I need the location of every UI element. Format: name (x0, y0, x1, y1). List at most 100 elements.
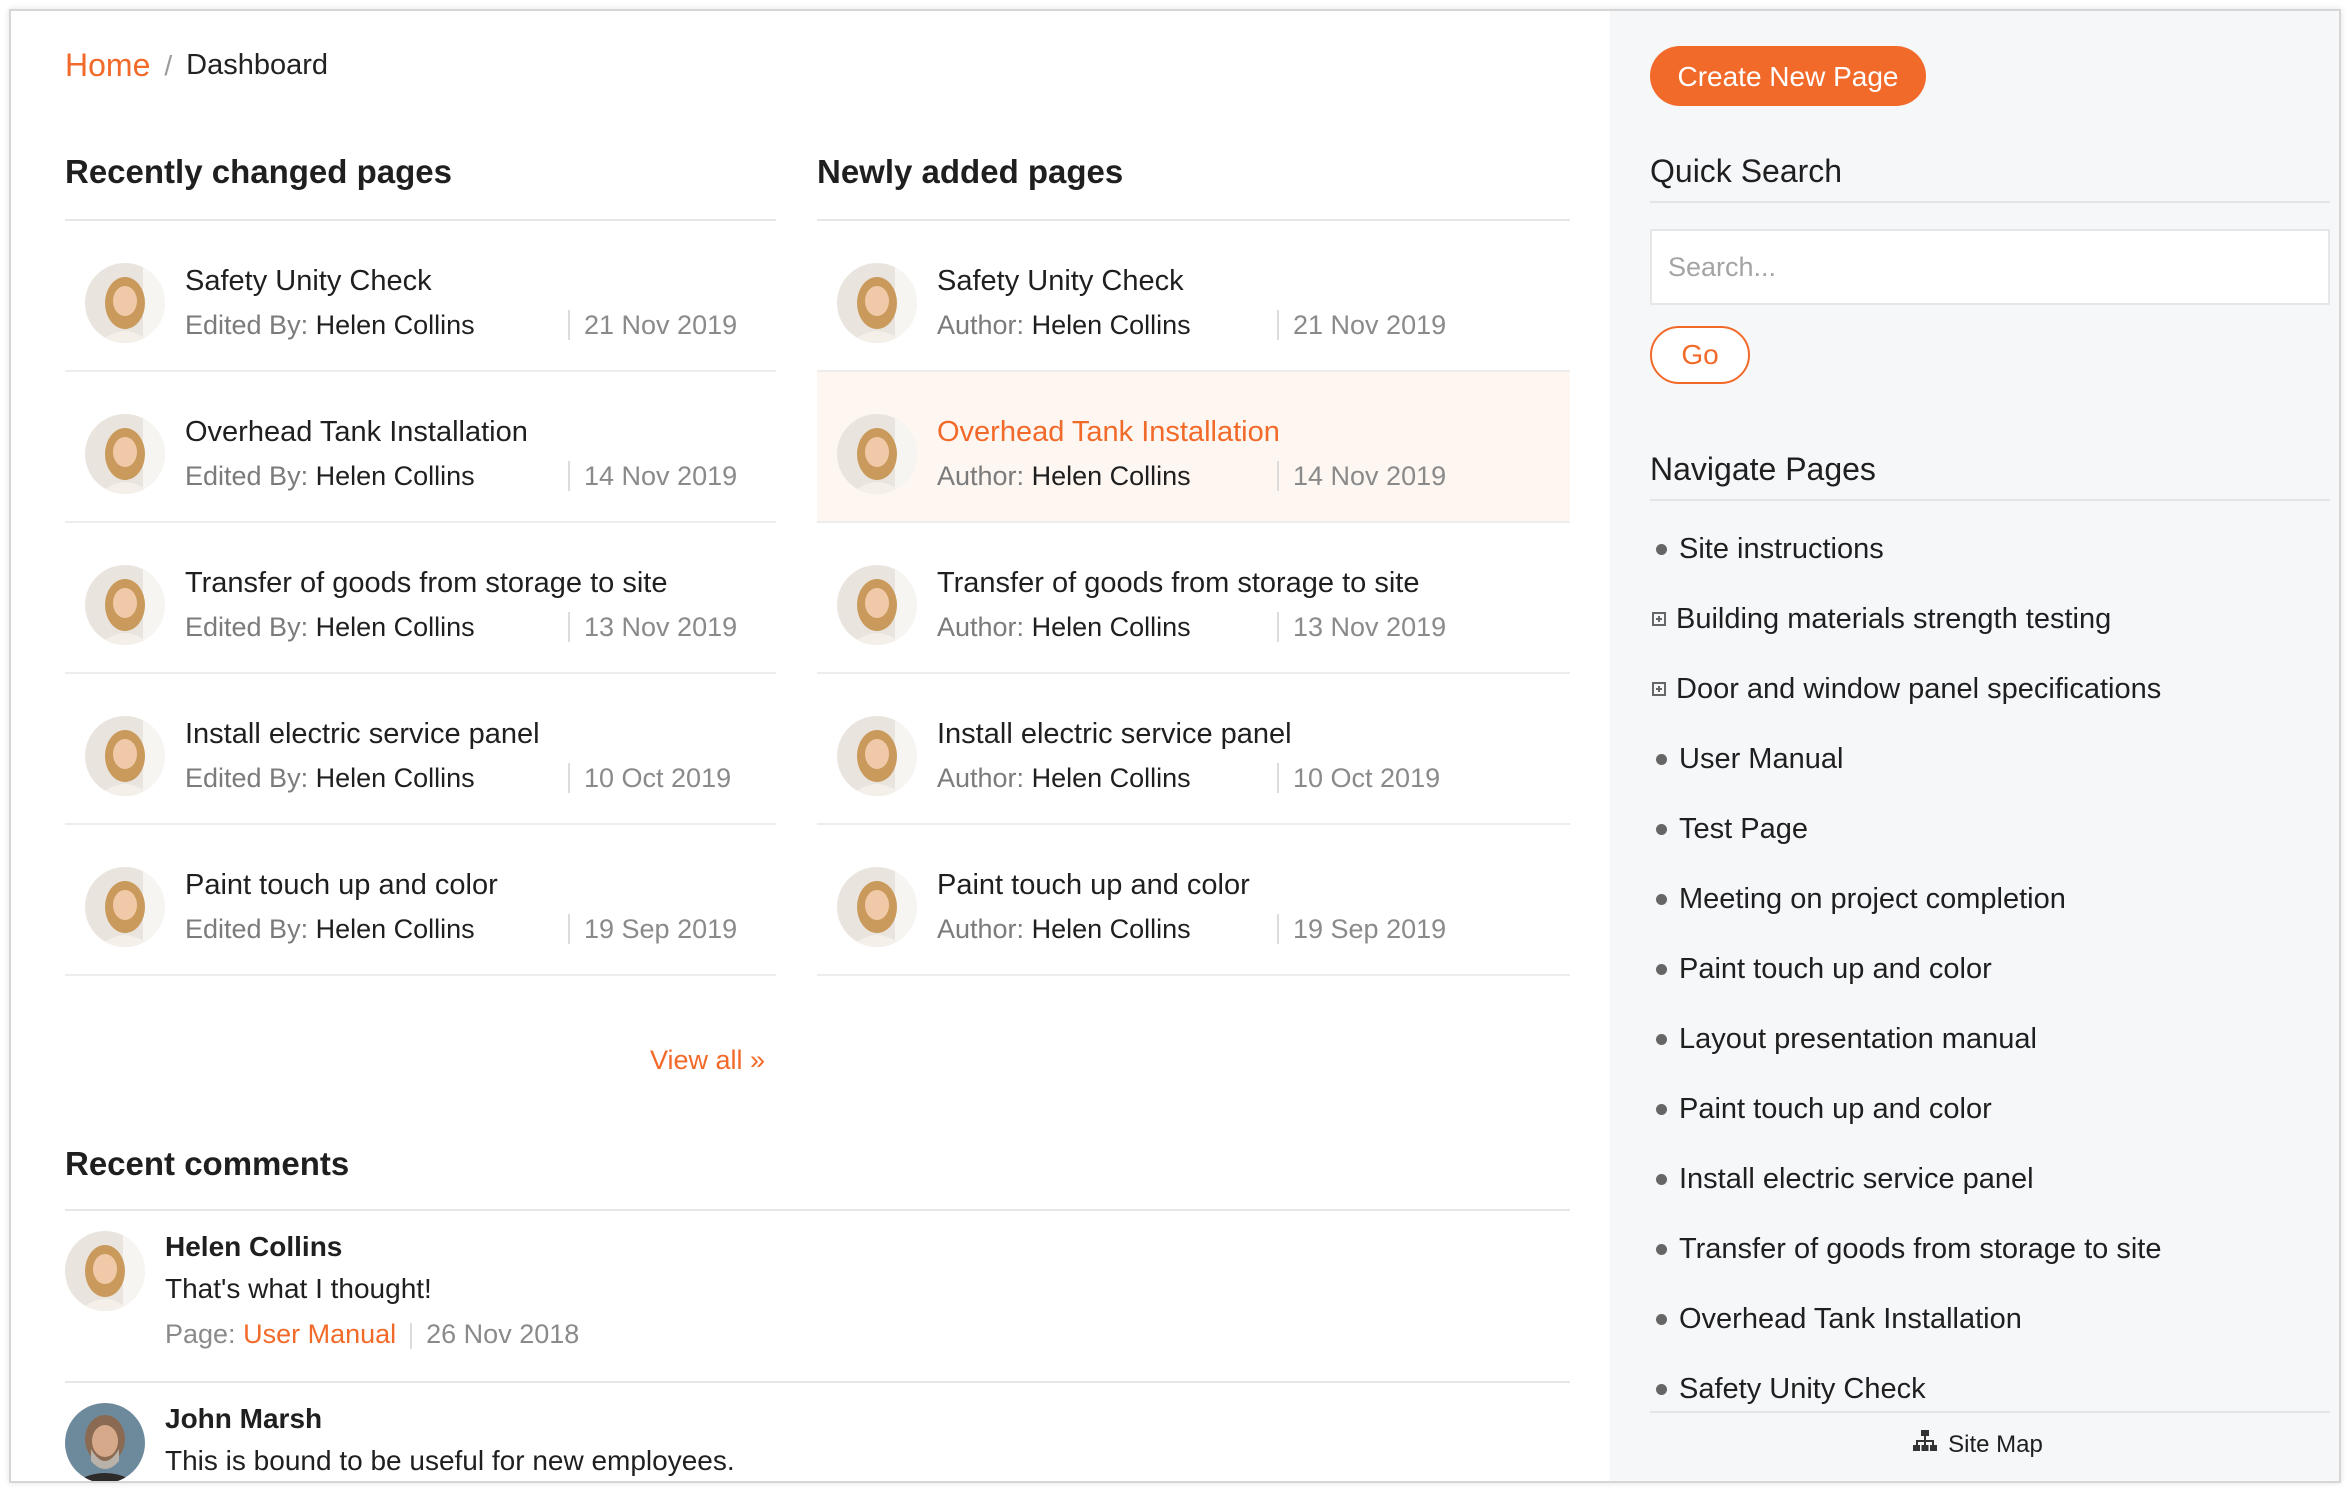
nav-item[interactable]: Site instructions (1650, 514, 2330, 584)
bullet-icon (1656, 1173, 1667, 1185)
meta-label: Edited By: (185, 612, 309, 642)
page-title-link[interactable]: Paint touch up and color (185, 869, 498, 902)
nav-item[interactable]: Meeting on project completion (1650, 864, 2330, 934)
page-title-link[interactable]: Install electric service panel (185, 718, 540, 751)
page-meta: Edited By: Helen Collins (185, 461, 475, 491)
page-meta: Edited By: Helen Collins (185, 612, 475, 642)
meta-label: Edited By: (185, 763, 309, 793)
nav-item[interactable]: Install electric service panel (1650, 1144, 2330, 1214)
go-button[interactable]: Go (1650, 326, 1750, 384)
avatar (65, 1231, 145, 1311)
page-date: 10 Oct 2019 (1277, 763, 1440, 793)
nav-item-label: Paint touch up and color (1679, 953, 1992, 985)
bullet-icon (1656, 543, 1667, 555)
meta-label: Edited By: (185, 461, 309, 491)
page-row[interactable]: Overhead Tank Installation Edited By: Hel… (65, 372, 776, 523)
author-name: Helen Collins (315, 310, 475, 340)
nav-item-label: Overhead Tank Installation (1679, 1303, 2022, 1335)
page-date: 19 Sep 2019 (568, 914, 737, 944)
page-title-link[interactable]: Install electric service panel (937, 718, 1292, 751)
nav-item-label: User Manual (1679, 743, 1844, 775)
breadcrumb-current: Dashboard (186, 49, 329, 81)
page-date: 14 Nov 2019 (1277, 461, 1446, 491)
sidebar-divider (1650, 499, 2330, 501)
avatar (837, 263, 917, 343)
page-meta: Edited By: Helen Collins (185, 914, 475, 944)
page-row[interactable]: Install electric service panel Author: He… (817, 674, 1570, 825)
page-meta: Edited By: Helen Collins (185, 763, 475, 793)
sitemap-label: Site Map (1948, 1430, 2043, 1458)
nav-item[interactable]: Layout presentation manual (1650, 1004, 2330, 1074)
bullet-icon (1656, 1383, 1667, 1395)
create-new-page-button[interactable]: Create New Page (1650, 46, 1926, 106)
avatar (85, 716, 165, 796)
sitemap-link[interactable]: Site Map (1610, 1429, 2339, 1460)
bullet-icon (1656, 1103, 1667, 1115)
avatar (85, 414, 165, 494)
page-meta: Author: Helen Collins (937, 914, 1191, 944)
comment-text: This is bound to be useful for new emplo… (165, 1445, 735, 1476)
comment-author: John Marsh (165, 1403, 323, 1434)
nav-item[interactable]: Paint touch up and color (1650, 1074, 2330, 1144)
page-title-link[interactable]: Safety Unity Check (185, 265, 432, 298)
app-window: Home / Dashboard Recently changed pages … (9, 9, 2341, 1483)
avatar (837, 716, 917, 796)
meta-label: Edited By: (185, 310, 309, 340)
nav-item[interactable]: Test Page (1650, 794, 2330, 864)
page-title-link[interactable]: Transfer of goods from storage to site (185, 567, 667, 600)
page-row[interactable]: Transfer of goods from storage to site Au… (817, 523, 1570, 674)
nav-item[interactable]: Overhead Tank Installation (1650, 1284, 2330, 1354)
nav-item-label: Door and window panel specifications (1676, 673, 2162, 705)
page-title-link[interactable]: Safety Unity Check (937, 265, 1184, 298)
nav-item[interactable]: Paint touch up and color (1650, 934, 2330, 1004)
search-input[interactable] (1650, 229, 2330, 305)
author-name: Helen Collins (1031, 461, 1191, 491)
page-title-link[interactable]: Overhead Tank Installation (185, 416, 528, 449)
nav-item[interactable]: Transfer of goods from storage to site (1650, 1214, 2330, 1284)
bullet-icon (1656, 753, 1667, 765)
meta-label: Edited By: (185, 914, 309, 944)
nav-item-label: Test Page (1679, 813, 1808, 845)
page-date: 10 Oct 2019 (568, 763, 731, 793)
breadcrumb-home-link[interactable]: Home (65, 47, 150, 84)
comment-page-label: Page: (165, 1319, 236, 1349)
author-name: Helen Collins (315, 763, 475, 793)
sitemap-icon (1912, 1429, 1948, 1460)
page-row[interactable]: Transfer of goods from storage to site Ed… (65, 523, 776, 674)
page-row[interactable]: Install electric service panel Edited By:… (65, 674, 776, 825)
author-name: Helen Collins (1031, 612, 1191, 642)
comment-page-link[interactable]: User Manual (243, 1319, 396, 1349)
page-row[interactable]: Paint touch up and color Edited By: Helen… (65, 825, 776, 976)
view-all-link[interactable]: View all » (650, 1045, 765, 1076)
author-name: Helen Collins (315, 914, 475, 944)
page-meta: Author: Helen Collins (937, 763, 1191, 793)
page-row[interactable]: Safety Unity Check Author: Helen Collins 2… (817, 221, 1570, 372)
nav-item[interactable]: Building materials strength testing (1650, 584, 2330, 654)
breadcrumb-separator: / (164, 49, 173, 81)
page-meta: Author: Helen Collins (937, 612, 1191, 642)
comment-divider (65, 1381, 1570, 1383)
expand-icon[interactable] (1652, 612, 1666, 626)
nav-item-label: Meeting on project completion (1679, 883, 2066, 915)
page-row[interactable]: Safety Unity Check Edited By: Helen Colli… (65, 221, 776, 372)
page-title-link[interactable]: Paint touch up and color (937, 869, 1250, 902)
avatar (85, 565, 165, 645)
page-date: 21 Nov 2019 (568, 310, 737, 340)
page-row[interactable]: Paint touch up and color Author: Helen Co… (817, 825, 1570, 976)
nav-item[interactable]: Door and window panel specifications (1650, 654, 2330, 724)
nav-item[interactable]: Safety Unity Check (1650, 1354, 2330, 1424)
meta-label: Author: (937, 914, 1025, 944)
recently-changed-title: Recently changed pages (65, 153, 452, 190)
page-meta: Edited By: Helen Collins (185, 310, 475, 340)
page-row[interactable]: Overhead Tank Installation Author: Helen … (817, 372, 1570, 523)
meta-label: Author: (937, 763, 1025, 793)
quick-search-title: Quick Search (1650, 153, 1843, 189)
page-title-link[interactable]: Transfer of goods from storage to site (937, 567, 1419, 600)
sidebar-divider (1650, 201, 2330, 203)
page-title-link[interactable]: Overhead Tank Installation (937, 416, 1280, 449)
page-date: 13 Nov 2019 (568, 612, 737, 642)
nav-item-label: Safety Unity Check (1679, 1373, 1926, 1405)
expand-icon[interactable] (1652, 682, 1666, 696)
nav-item[interactable]: User Manual (1650, 724, 2330, 794)
meta-label: Author: (937, 612, 1025, 642)
